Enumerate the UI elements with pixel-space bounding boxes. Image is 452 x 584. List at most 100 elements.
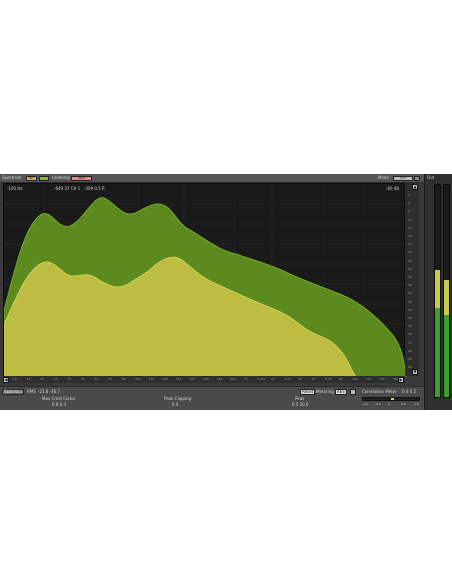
- frequency-tick-label: 800: [230, 377, 236, 381]
- spectrum-channel-a-toggle[interactable]: INT: [26, 176, 37, 181]
- statistics-button[interactable]: Statistics: [2, 389, 25, 395]
- metering-label: Metering: [316, 389, 334, 394]
- db-tick-label: 36: [408, 283, 412, 288]
- peak-value: 0.5 20.6: [292, 402, 309, 407]
- db-tick-label: 54: [408, 332, 412, 337]
- scroll-left-icon[interactable]: ◀: [3, 377, 9, 383]
- output-meter-right: [443, 184, 450, 398]
- frequency-tick-label: 6.3k: [325, 377, 332, 381]
- frequency-tick-label: 2.5k: [284, 377, 291, 381]
- spectrum-graph: -100 Hz -649 37 CH 1 -309 0.5 R -60 dB: [4, 184, 406, 377]
- correlation-scale-tick: 0.5: [401, 402, 406, 406]
- db-tick-label: 39: [408, 291, 412, 296]
- output-meter-left: [434, 184, 441, 398]
- metering-selector[interactable]: AES: [335, 389, 347, 395]
- output-meter-left-fill: [435, 269, 440, 397]
- frequency-tick-label: 100: [135, 377, 141, 381]
- peak-clipping-label: Peak Clipping: [164, 396, 192, 401]
- frequency-tick-label: 10: [13, 377, 17, 381]
- correlation-label: Correlation Meter: [362, 389, 397, 394]
- db-ruler: 3 6 9 12 15 18 21 24 27 30 33 36 39 42 45 48 51 54 57 60 63 6…: [405, 183, 419, 376]
- frequency-axis: 10 16 20 25 30 40 50 63 80 100 125 200 315 400 500 630 8…: [3, 376, 405, 383]
- frequency-tick-label: 315: [175, 377, 182, 381]
- rms-label: RMS: [27, 389, 36, 394]
- db-tick-label: 51: [408, 324, 412, 329]
- correlation-scale-tick: -1.0: [362, 402, 368, 406]
- frequency-tick-label: 4k: [298, 377, 302, 381]
- frequency-tick-label: 16k: [379, 377, 385, 381]
- correlation-scale: -1.0 -0.5 0 0.5 1.0: [362, 403, 420, 408]
- mode-label: Mode: [378, 175, 389, 180]
- db-tick-label: 3: [408, 193, 410, 197]
- correlation-value: 0.4 0.2: [402, 389, 416, 394]
- correlation-indicator: [391, 398, 394, 400]
- frequency-tick-label: 16: [26, 377, 31, 381]
- correlation-scale-tick: -0.5: [375, 402, 381, 406]
- output-meter-panel: Out: [424, 174, 452, 410]
- frequency-tick-label: 8k: [338, 377, 343, 381]
- frequency-tick-label: 25: [53, 377, 58, 381]
- correlation-meter: [362, 397, 420, 401]
- max-crest-label: Max Crest Factor: [42, 396, 76, 401]
- db-tick-label: 57: [408, 340, 412, 345]
- scroll-up-icon[interactable]: ▲: [412, 184, 418, 190]
- db-tick-label: 30: [408, 266, 412, 271]
- db-tick-label: 9: [408, 209, 410, 214]
- cursor-readout-right: -60 dB: [386, 186, 399, 191]
- db-tick-label: 12: [408, 217, 412, 222]
- metering-dropdown-icon[interactable]: [350, 389, 356, 395]
- db-tick-label: 42: [408, 299, 412, 304]
- frequency-tick-label: 10k: [352, 377, 358, 381]
- max-crest-value: 0.8 0.4: [52, 402, 66, 407]
- cursor-freq-left: -100 Hz: [7, 186, 22, 191]
- mode-selector[interactable]: CUS: [393, 176, 413, 181]
- spectrum-analyzer-plugin: Spectrum INT Underlay PGM Mode CUS -100 …: [0, 174, 452, 410]
- spectrum-label: Spectrum: [2, 175, 22, 180]
- header-bar: Spectrum INT Underlay PGM Mode CUS: [0, 174, 424, 183]
- frequency-tick-label: 125: [148, 377, 155, 381]
- frequency-tick-label: 200: [162, 377, 169, 381]
- db-tick-label: 18: [408, 234, 412, 238]
- db-tick-label: 21: [408, 242, 412, 247]
- spectrum-channel-b-toggle[interactable]: [39, 176, 49, 181]
- frequency-tick-label: 12k: [365, 377, 372, 381]
- db-tick-label: 6: [408, 201, 410, 206]
- rms-value: -21.8 -46.7: [38, 389, 60, 394]
- underlay-label: Underlay: [52, 175, 71, 180]
- frequency-tick-label: 2k: [270, 377, 275, 381]
- correlation-scale-tick: 0: [388, 402, 390, 406]
- db-tick-label: 15: [408, 225, 412, 230]
- frequency-tick-label: 63: [108, 377, 112, 381]
- db-tick-label: 63: [408, 357, 412, 361]
- spectrum-display[interactable]: -100 Hz -649 37 CH 1 -309 0.5 R -60 dB: [3, 183, 406, 377]
- db-tick-label: 24: [408, 250, 412, 255]
- frequency-tick-label: 5k: [311, 377, 316, 381]
- scroll-down-icon[interactable]: ▼: [412, 369, 418, 375]
- frequency-tick-label: 20: [40, 377, 44, 381]
- underlay-selector[interactable]: PGM: [71, 176, 92, 181]
- cursor-readout-mid: -649 37 CH 1: [54, 186, 81, 191]
- frequency-tick-label: 500: [203, 377, 209, 381]
- output-meter-right-fill: [444, 280, 449, 397]
- db-tick-label: 48: [408, 316, 412, 320]
- peak-clipping-value: 0 0: [172, 402, 179, 407]
- frequency-tick-label: 1.25k: [257, 377, 266, 381]
- peak-label: Peak: [295, 396, 305, 401]
- cursor-readout-mid2: -309 0.5 R: [84, 186, 105, 191]
- reset-button[interactable]: Reset: [300, 389, 316, 395]
- db-tick-label: 27: [408, 258, 412, 263]
- frequency-tick-label: 40: [80, 377, 85, 381]
- statistics-bar: Statistics RMS -21.8 -46.7 Max Crest Fac…: [0, 386, 424, 410]
- frequency-tick-label: 30: [67, 377, 72, 381]
- frequency-tick-label: 80: [121, 377, 126, 381]
- scroll-right-icon[interactable]: ▶: [398, 377, 404, 383]
- frequency-tick-label: 50: [94, 377, 99, 381]
- db-tick-label: 45: [408, 307, 412, 312]
- output-label: Out: [427, 175, 435, 180]
- frequency-tick-label: 1k: [243, 377, 248, 381]
- db-tick-label: 60: [408, 348, 412, 353]
- db-tick-label: 33: [408, 275, 412, 279]
- correlation-scale-tick: 1.0: [414, 402, 419, 406]
- frequency-tick-label: 400: [189, 377, 196, 381]
- mode-dropdown-arrow-icon[interactable]: [414, 176, 420, 181]
